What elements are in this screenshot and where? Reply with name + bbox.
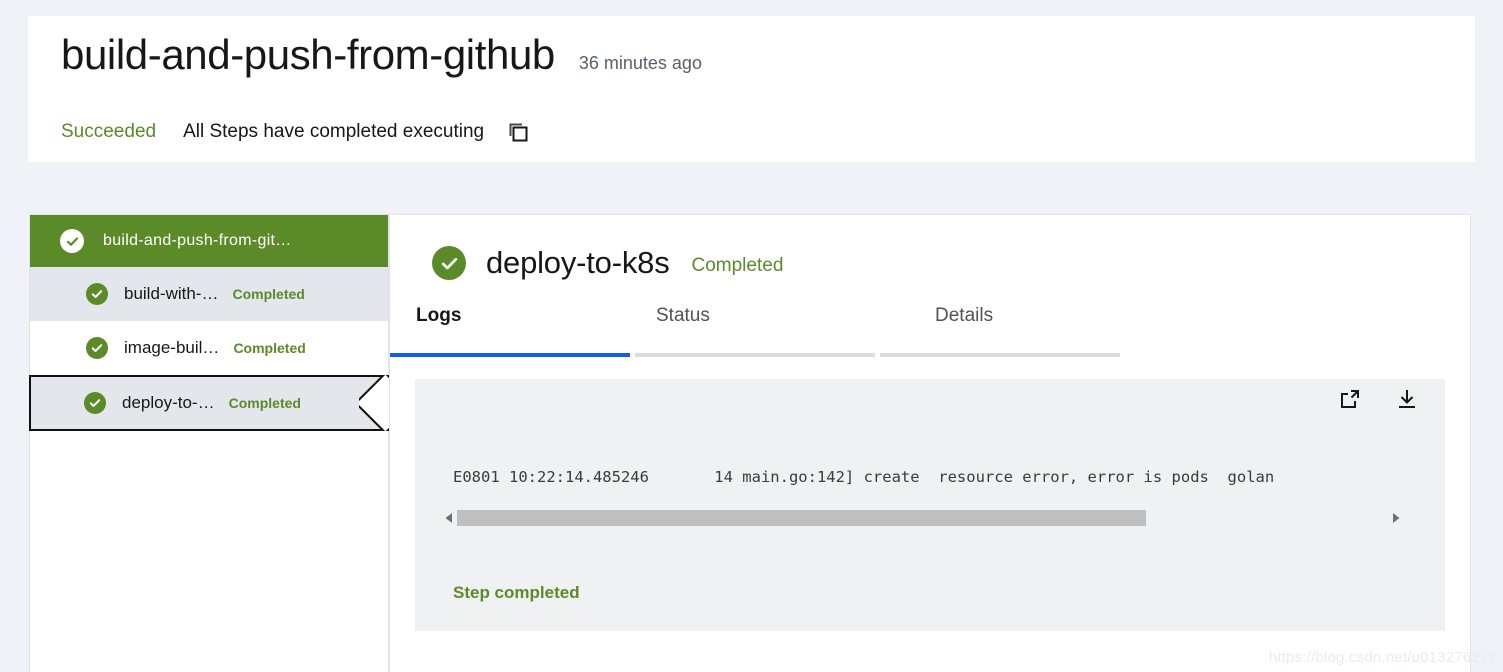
log-line: E0801 10:22:14.485246 14 main.go:142] cr… <box>453 468 1275 486</box>
task-label: image-buil… <box>124 338 220 357</box>
tab-bar: Logs Status Details <box>390 305 1470 365</box>
pipeline-title-row: build-and-push-from-github 36 minutes ag… <box>61 31 702 78</box>
task-list-sidebar: build-and-push-from-git… build-with-… Co… <box>29 214 389 672</box>
tab-details[interactable]: Details <box>935 305 993 353</box>
status-badge: Succeeded <box>61 121 157 142</box>
external-link-icon[interactable] <box>1338 387 1362 411</box>
tab-underline-status <box>635 353 875 357</box>
sidebar-item-task-0[interactable]: build-with-… Completed <box>30 267 388 321</box>
log-viewer: E0801 10:22:14.485246 14 main.go:142] cr… <box>415 379 1445 631</box>
pipeline-status-row: Succeeded All Steps have completed execu… <box>61 121 529 143</box>
status-description: All Steps have completed executing <box>183 121 485 142</box>
sidebar-item-task-1[interactable]: image-buil… Completed <box>30 321 388 375</box>
check-circle-icon <box>60 229 84 253</box>
check-circle-icon <box>432 246 466 280</box>
download-icon[interactable] <box>1395 387 1419 411</box>
task-status: Completed <box>233 340 306 356</box>
tab-underline-details <box>880 353 1120 357</box>
task-status: Completed <box>232 286 305 302</box>
scrollbar-thumb[interactable] <box>457 510 1146 526</box>
log-toolbar <box>1338 387 1419 411</box>
tab-status[interactable]: Status <box>656 305 710 353</box>
sidebar-item-task-2[interactable]: deploy-to-… Completed <box>29 375 389 431</box>
log-footer-status: Step completed <box>453 583 580 602</box>
scroll-left-arrow-icon[interactable] <box>441 510 457 526</box>
step-detail-panel: deploy-to-k8s Completed Logs Status Deta… <box>389 214 1471 672</box>
pipeline-timestamp: 36 minutes ago <box>578 53 702 73</box>
sidebar-pipeline-label: build-and-push-from-git… <box>103 232 292 249</box>
watermark: https://blog.csdn.net/u013276277 <box>1268 649 1497 666</box>
scrollbar-track[interactable] <box>457 510 1388 526</box>
step-name: deploy-to-k8s <box>486 245 670 280</box>
check-circle-icon <box>86 283 108 305</box>
task-label: build-with-… <box>124 284 219 303</box>
sidebar-item-pipeline-run[interactable]: build-and-push-from-git… <box>30 215 388 267</box>
task-status: Completed <box>228 395 301 411</box>
task-label: deploy-to-… <box>122 393 215 412</box>
log-horizontal-scrollbar[interactable] <box>441 510 1404 526</box>
page-title: build-and-push-from-github <box>61 31 555 78</box>
selected-task-pointer <box>359 375 389 431</box>
tab-logs[interactable]: Logs <box>416 305 461 353</box>
check-circle-icon <box>84 392 106 414</box>
step-status: Completed <box>691 255 784 276</box>
tab-underline-logs <box>390 353 630 357</box>
pipeline-header-card: build-and-push-from-github 36 minutes ag… <box>28 16 1475 162</box>
copy-icon[interactable] <box>507 121 529 143</box>
check-circle-icon <box>86 337 108 359</box>
log-line: E0801 10:22:14.507810 14 main.go:185] ki… <box>453 532 1415 535</box>
scroll-right-arrow-icon[interactable] <box>1388 510 1404 526</box>
step-header: deploy-to-k8s Completed <box>432 245 783 281</box>
